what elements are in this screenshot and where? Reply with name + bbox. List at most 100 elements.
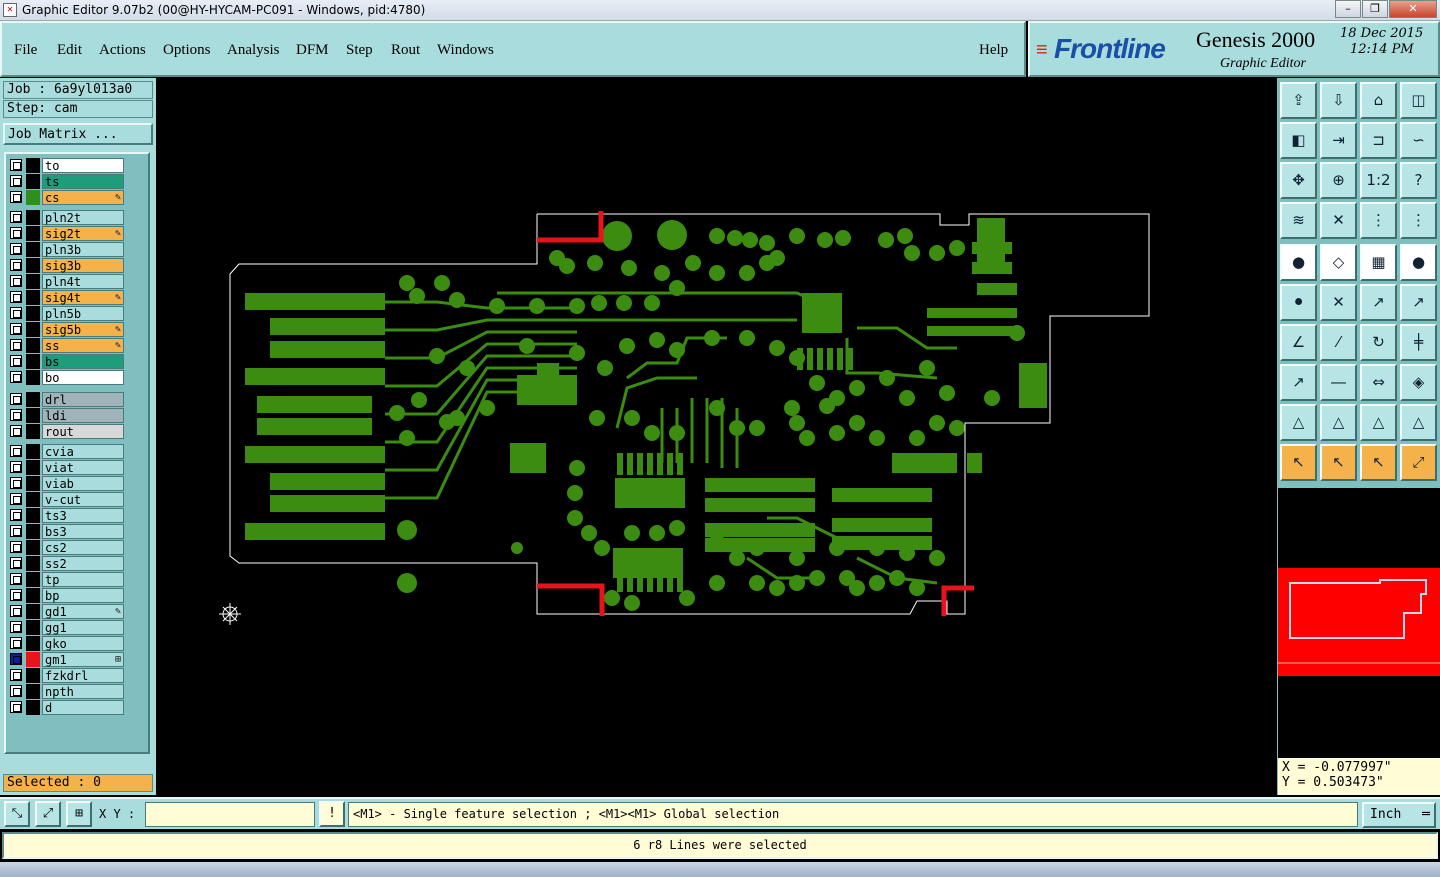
layer-color-swatch[interactable]	[26, 174, 40, 189]
layer-color-swatch[interactable]	[26, 588, 40, 603]
layer-checkbox[interactable]	[10, 323, 22, 335]
drc-1-icon[interactable]: ⋮	[1360, 202, 1397, 239]
layer-color-swatch[interactable]	[26, 242, 40, 257]
menu-actions[interactable]: Actions	[99, 42, 146, 59]
layer-row-bs[interactable]: bs	[10, 354, 124, 369]
layer-checkbox[interactable]	[10, 211, 22, 223]
layer-row-viat[interactable]: viat	[10, 460, 124, 475]
layer-name[interactable]: npth	[42, 684, 124, 699]
pointer-3-icon[interactable]: ↖	[1360, 444, 1397, 481]
layer-checkbox[interactable]	[10, 393, 22, 405]
layer-row-tp[interactable]: tp	[10, 572, 124, 587]
pointer-4-icon[interactable]: ⤢	[1400, 444, 1437, 481]
layer-name[interactable]: tp	[42, 572, 124, 587]
layer-checkbox[interactable]	[10, 339, 22, 351]
layer-name[interactable]: rout	[42, 424, 124, 439]
layer-name[interactable]: sig3b	[42, 258, 124, 273]
help-icon[interactable]: ?	[1400, 162, 1437, 199]
undo-icon[interactable]: ⇪	[1280, 82, 1317, 119]
pad-display-icon[interactable]: ●	[1400, 244, 1437, 281]
xy-input[interactable]	[145, 802, 315, 827]
layer-checkbox[interactable]	[10, 621, 22, 633]
layer-checkbox[interactable]	[10, 461, 22, 473]
window-icon[interactable]: ◫	[1400, 82, 1437, 119]
layer-row-ldi[interactable]: ldi	[10, 408, 124, 423]
layer-row-viab[interactable]: viab	[10, 476, 124, 491]
zoom-fit-icon[interactable]: ✥	[1280, 162, 1317, 199]
layer-checkbox[interactable]	[10, 509, 22, 521]
layer-color-swatch[interactable]	[26, 604, 40, 619]
layer-checkbox[interactable]	[10, 259, 22, 271]
layer-row-ss[interactable]: ss ✎	[10, 338, 124, 353]
layer-row-cs2[interactable]: cs2	[10, 540, 124, 555]
layer-row-bs3[interactable]: bs3	[10, 524, 124, 539]
layer-row-ts[interactable]: ts	[10, 174, 124, 189]
layer-color-swatch[interactable]	[26, 354, 40, 369]
layer-color-swatch[interactable]	[26, 290, 40, 305]
layer-row-sig5b[interactable]: sig5b ✎	[10, 322, 124, 337]
layer-color-swatch[interactable]	[26, 444, 40, 459]
layer-row-sig3b[interactable]: sig3b	[10, 258, 124, 273]
layer-checkbox[interactable]	[10, 477, 22, 489]
feature-pick-icon[interactable]: ↗	[1360, 284, 1397, 321]
layer-checkbox[interactable]	[10, 589, 22, 601]
feature-add-icon[interactable]: ↗	[1400, 284, 1437, 321]
home-icon[interactable]: ⌂	[1360, 82, 1397, 119]
layer-color-swatch[interactable]	[26, 572, 40, 587]
job-matrix-button[interactable]: Job Matrix ...	[3, 123, 153, 145]
layer-name[interactable]: to	[42, 158, 124, 173]
layer-name[interactable]: pln2t	[42, 210, 124, 225]
layer-color-swatch[interactable]	[26, 540, 40, 555]
layer-row-gg1[interactable]: gg1	[10, 620, 124, 635]
layer-color-swatch[interactable]	[26, 424, 40, 439]
menu-step[interactable]: Step	[346, 42, 373, 59]
menu-windows[interactable]: Windows	[437, 42, 494, 59]
polygon-3-icon[interactable]: △	[1360, 404, 1397, 441]
layer-checkbox[interactable]	[10, 291, 22, 303]
zoom-center-icon[interactable]: ⊕	[1320, 162, 1357, 199]
layer-name[interactable]: d	[42, 700, 124, 715]
layer-checkbox[interactable]	[10, 307, 22, 319]
layer-name[interactable]: gg1	[42, 620, 124, 635]
polygon-4-icon[interactable]: △	[1400, 404, 1437, 441]
layer-checkbox[interactable]	[10, 637, 22, 649]
layer-row-pln3b[interactable]: pln3b	[10, 242, 124, 257]
layer-row-d[interactable]: d	[10, 700, 124, 715]
layer-row-ss2[interactable]: ss2	[10, 556, 124, 571]
line-edit-icon[interactable]: ―	[1320, 364, 1357, 401]
redo-icon[interactable]: ⇩	[1320, 82, 1357, 119]
layer-row-pln2t[interactable]: pln2t	[10, 210, 124, 225]
cut-icon[interactable]: ↗	[1280, 364, 1317, 401]
pan-icon[interactable]: ⊐	[1360, 122, 1397, 159]
pointer-1-icon[interactable]: ↖	[1280, 444, 1317, 481]
menu-dfm[interactable]: DFM	[296, 42, 329, 59]
layer-row-sig2t[interactable]: sig2t ✎	[10, 226, 124, 241]
select-pad-icon[interactable]: ●	[1280, 244, 1317, 281]
layer-checkbox[interactable]	[10, 355, 22, 367]
layer-color-swatch[interactable]	[26, 556, 40, 571]
layer-color-swatch[interactable]	[26, 258, 40, 273]
layer-name[interactable]: drl	[42, 392, 124, 407]
polygon-2-icon[interactable]: △	[1320, 404, 1357, 441]
layer-row-bo[interactable]: bo	[10, 370, 124, 385]
angle-icon[interactable]: ∠	[1280, 324, 1317, 361]
layer-checkbox[interactable]	[10, 525, 22, 537]
layer-row-ts3[interactable]: ts3	[10, 508, 124, 523]
layer-row-to[interactable]: to	[10, 158, 124, 173]
alert-icon[interactable]: !	[319, 801, 345, 827]
layer-name[interactable]: bo	[42, 370, 124, 385]
layer-row-gko[interactable]: gko	[10, 636, 124, 651]
polygon-1-icon[interactable]: △	[1280, 404, 1317, 441]
units-select[interactable]: Inch ═	[1362, 802, 1436, 828]
layer-name[interactable]: viat	[42, 460, 124, 475]
layer-color-swatch[interactable]	[26, 620, 40, 635]
cross-icon[interactable]: ✕	[1320, 284, 1357, 321]
prev-icon[interactable]: ◧	[1280, 122, 1317, 159]
layer-row-gd1[interactable]: gd1 ✎	[10, 604, 124, 619]
layer-color-swatch[interactable]	[26, 508, 40, 523]
layer-color-swatch[interactable]	[26, 210, 40, 225]
line-icon[interactable]: ⁄	[1320, 324, 1357, 361]
layer-name[interactable]: cvia	[42, 444, 124, 459]
layer-color-swatch[interactable]	[26, 338, 40, 353]
layer-checkbox[interactable]	[10, 573, 22, 585]
